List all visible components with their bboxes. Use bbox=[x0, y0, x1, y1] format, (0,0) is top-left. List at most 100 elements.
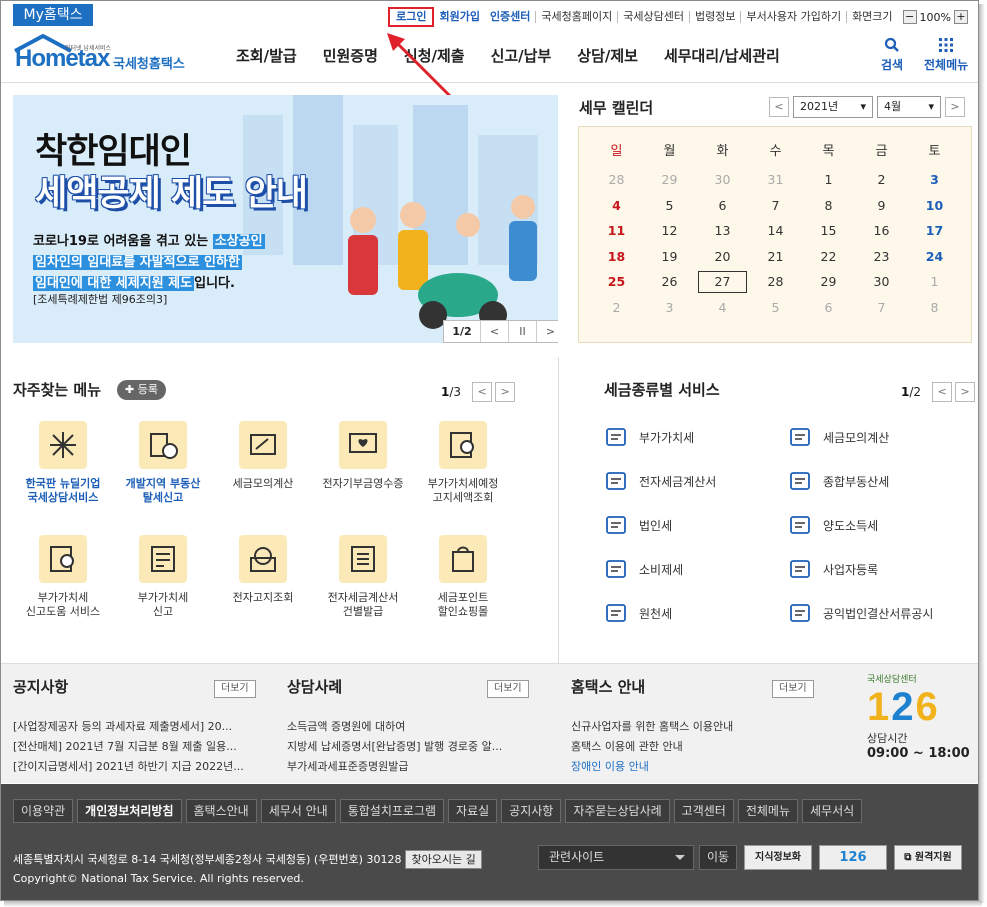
cases-more-button[interactable]: 더보기 bbox=[487, 680, 529, 698]
case-item[interactable]: 지방세 납세증명서[완납증명] 발행 경로중 알... bbox=[287, 737, 537, 757]
freq-item-e-invoice-issue[interactable]: 전자세금계산서 건별발급 bbox=[313, 535, 413, 619]
guide-more-button[interactable]: 더보기 bbox=[772, 680, 814, 698]
center-126-button[interactable]: 126 bbox=[819, 845, 887, 870]
tax-service-item[interactable]: 부가가치세 bbox=[605, 426, 694, 448]
calendar-day[interactable]: 28 bbox=[749, 269, 802, 295]
calendar-day[interactable]: 5 bbox=[749, 295, 802, 321]
calendar-day[interactable]: 14 bbox=[749, 218, 802, 244]
footer-link[interactable]: 자주묻는상담사례 bbox=[565, 799, 670, 823]
tax-service-item[interactable]: 종합부동산세 bbox=[789, 470, 889, 492]
signup-link[interactable]: 회원가입 bbox=[434, 11, 484, 23]
calendar-day[interactable]: 13 bbox=[696, 218, 749, 244]
calendar-day[interactable]: 19 bbox=[643, 244, 696, 270]
calendar-day[interactable]: 2 bbox=[855, 167, 908, 193]
calendar-day[interactable]: 10 bbox=[908, 193, 961, 219]
tax-service-item[interactable]: 전자세금계산서 bbox=[605, 470, 716, 492]
calendar-day[interactable]: 25 bbox=[590, 269, 643, 295]
calendar-day[interactable]: 18 bbox=[590, 244, 643, 270]
zoom-out-button[interactable]: − bbox=[902, 10, 917, 24]
notice-item[interactable]: [간이지급명세서] 2021년 하반기 지급 2022년... bbox=[13, 757, 263, 777]
calendar-day[interactable]: 30 bbox=[696, 167, 749, 193]
calendar-day[interactable]: 27 bbox=[696, 269, 749, 295]
calendar-day[interactable]: 2 bbox=[590, 295, 643, 321]
notice-item[interactable]: [사업장제공자 등의 과세자료 제출명세서] 20... bbox=[13, 717, 263, 737]
tax-next-button[interactable]: > bbox=[955, 382, 976, 402]
nav-consult-report[interactable]: 상담/제보 bbox=[564, 45, 651, 66]
calendar-month-select[interactable]: 4월 ▾ bbox=[877, 96, 941, 118]
calendar-day[interactable]: 3 bbox=[908, 167, 961, 193]
calendar-day[interactable]: 7 bbox=[749, 193, 802, 219]
calendar-day[interactable]: 28 bbox=[590, 167, 643, 193]
calendar-day[interactable]: 1 bbox=[802, 167, 855, 193]
calendar-day[interactable]: 26 bbox=[643, 269, 696, 295]
nav-report-pay[interactable]: 신고/납부 bbox=[478, 45, 565, 66]
calendar-day[interactable]: 11 bbox=[590, 218, 643, 244]
footer-link[interactable]: 홈택스안내 bbox=[185, 799, 257, 823]
calendar-day[interactable]: 21 bbox=[749, 244, 802, 270]
calendar-day[interactable]: 8 bbox=[802, 193, 855, 219]
calendar-day[interactable]: 29 bbox=[643, 167, 696, 193]
nav-inquiry-issue[interactable]: 조회/발급 bbox=[223, 45, 310, 66]
banner-next-button[interactable]: > bbox=[536, 321, 558, 342]
my-hometax-button[interactable]: My홈택스 bbox=[13, 4, 93, 26]
remote-support-button[interactable]: ⧉ 원격지원 bbox=[894, 845, 962, 870]
promo-banner[interactable]: 착한임대인 세액공제 제도 안내 코로나19로 어려움을 겪고 있는 소상공인 … bbox=[13, 95, 558, 343]
calendar-day[interactable]: 4 bbox=[696, 295, 749, 321]
nts-homepage-link[interactable]: 국세청홈페이지 bbox=[535, 11, 617, 23]
freq-item-tax-point-mall[interactable]: 세금포인트 할인쇼핑몰 bbox=[413, 535, 513, 619]
nav-tax-agent[interactable]: 세무대리/납세관리 bbox=[651, 45, 793, 66]
frequent-next-button[interactable]: > bbox=[495, 382, 516, 402]
calendar-day[interactable]: 22 bbox=[802, 244, 855, 270]
freq-item-e-notice-inquiry[interactable]: 전자고지조회 bbox=[213, 535, 313, 605]
freq-item-vat-filing[interactable]: 부가가치세 신고 bbox=[113, 535, 213, 619]
zoom-in-button[interactable]: + bbox=[954, 10, 968, 24]
find-us-button[interactable]: 찾아오시는 길 bbox=[405, 850, 482, 869]
header-all-menu[interactable]: 전체메뉴 bbox=[924, 37, 968, 73]
tax-service-item[interactable]: 사업자등록 bbox=[789, 558, 878, 580]
calendar-day[interactable]: 8 bbox=[908, 295, 961, 321]
tax-service-item[interactable]: 법인세 bbox=[605, 514, 672, 536]
law-info-link[interactable]: 법령정보 bbox=[689, 11, 740, 23]
footer-link[interactable]: 개인정보처리방침 bbox=[77, 799, 182, 823]
footer-link[interactable]: 세무서 안내 bbox=[260, 799, 336, 823]
notice-more-button[interactable]: 더보기 bbox=[214, 680, 256, 698]
footer-link[interactable]: 자료실 bbox=[448, 799, 498, 823]
freq-item-dev-area-realestate[interactable]: 개발지역 부동산 탈세신고 bbox=[113, 421, 213, 505]
tax-service-item[interactable]: 세금모의계산 bbox=[789, 426, 889, 448]
banner-prev-button[interactable]: < bbox=[480, 321, 508, 342]
frequent-prev-button[interactable]: < bbox=[472, 382, 493, 402]
case-item[interactable]: 부가세과세표준증명원발급 bbox=[287, 757, 537, 777]
footer-link[interactable]: 세무서식 bbox=[802, 799, 863, 823]
tax-service-item[interactable]: 원천세 bbox=[605, 602, 672, 624]
calendar-day[interactable]: 7 bbox=[855, 295, 908, 321]
calendar-day[interactable]: 20 bbox=[696, 244, 749, 270]
calendar-day[interactable]: 31 bbox=[749, 167, 802, 193]
freq-item-vat-notice-inquiry[interactable]: 부가가치세예정 고지세액조회 bbox=[413, 421, 513, 505]
banner-pause-button[interactable]: II bbox=[508, 321, 536, 342]
tax-prev-button[interactable]: < bbox=[932, 382, 953, 402]
freq-item-newdeal-consult[interactable]: 한국판 뉴딜기업 국세상담서비스 bbox=[13, 421, 113, 505]
consult-center-link[interactable]: 국세상담센터 bbox=[617, 11, 689, 23]
guide-item[interactable]: 홈택스 이용에 관한 안내 bbox=[571, 737, 821, 757]
calendar-day[interactable]: 6 bbox=[802, 295, 855, 321]
go-button[interactable]: 이동 bbox=[699, 845, 737, 870]
footer-link[interactable]: 이용약관 bbox=[13, 799, 74, 823]
calendar-day[interactable]: 29 bbox=[802, 269, 855, 295]
freq-item-vat-filing-help[interactable]: 부가가치세 신고도움 서비스 bbox=[13, 535, 113, 619]
footer-link[interactable]: 통합설치프로그램 bbox=[339, 799, 445, 823]
header-search[interactable]: 검색 bbox=[881, 37, 903, 73]
cert-center-link[interactable]: 인증센터 bbox=[485, 11, 535, 23]
footer-link[interactable]: 고객센터 bbox=[673, 799, 734, 823]
calendar-day[interactable]: 30 bbox=[855, 269, 908, 295]
calendar-year-select[interactable]: 2021년 ▾ bbox=[793, 96, 873, 118]
add-frequent-button[interactable]: ✚ 등록 bbox=[117, 380, 166, 400]
calendar-next-button[interactable]: > bbox=[945, 97, 965, 117]
calendar-day[interactable]: 5 bbox=[643, 193, 696, 219]
tax-service-item[interactable]: 공익법인결산서류공시 bbox=[789, 602, 933, 624]
tax-service-item[interactable]: 소비제세 bbox=[605, 558, 683, 580]
guide-item[interactable]: 장애인 이용 안내 bbox=[571, 757, 821, 777]
calendar-day[interactable]: 15 bbox=[802, 218, 855, 244]
hometax-logo[interactable]: 인터넷 납세서비스 Hometax 국세청홈택스 bbox=[13, 33, 193, 77]
footer-link[interactable]: 전체메뉴 bbox=[737, 799, 799, 823]
freq-item-e-donation-receipt[interactable]: 전자기부금영수증 bbox=[313, 421, 413, 491]
